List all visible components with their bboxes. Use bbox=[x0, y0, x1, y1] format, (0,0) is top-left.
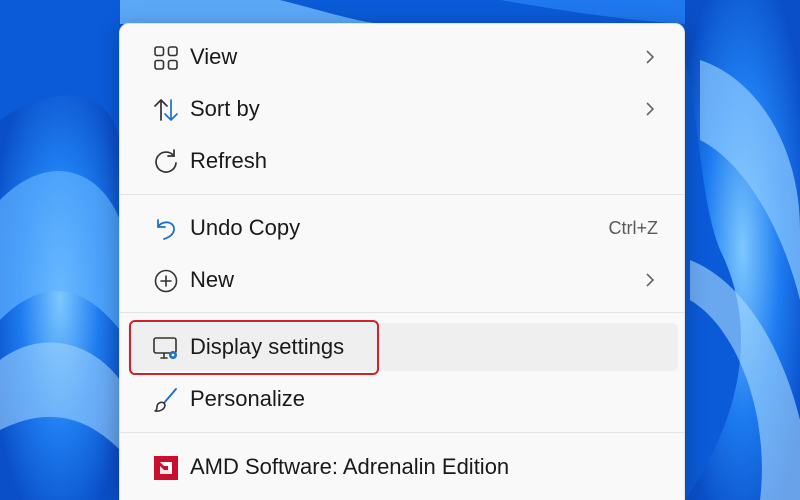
menu-separator bbox=[120, 432, 684, 433]
menu-item-label: New bbox=[190, 267, 235, 292]
menu-item-label: Sort by bbox=[190, 96, 260, 121]
grid-icon bbox=[152, 44, 180, 72]
menu-item-label: Refresh bbox=[190, 148, 268, 173]
chevron-right-icon bbox=[640, 270, 660, 290]
menu-separator bbox=[120, 312, 684, 313]
menu-item-display-settings[interactable]: Display settings bbox=[128, 323, 678, 371]
display-settings-icon bbox=[152, 334, 180, 362]
menu-item-sort-by[interactable]: Sort by bbox=[128, 85, 678, 133]
chevron-right-icon bbox=[640, 99, 660, 119]
chevron-right-icon bbox=[640, 47, 660, 67]
sort-arrows-icon bbox=[152, 96, 180, 124]
menu-item-label: Personalize bbox=[190, 386, 305, 411]
menu-item-refresh[interactable]: Refresh bbox=[128, 137, 678, 185]
refresh-icon bbox=[152, 148, 180, 176]
desktop-context-menu: View Sort by Refresh Undo Copy Ctrl+Z Ne… bbox=[119, 23, 685, 500]
menu-item-label: AMD Software: Adrenalin Edition bbox=[190, 454, 510, 479]
undo-icon bbox=[152, 215, 180, 243]
brush-icon bbox=[152, 386, 180, 414]
amd-logo-icon bbox=[152, 454, 180, 482]
plus-circle-icon bbox=[152, 267, 180, 295]
menu-item-label: View bbox=[190, 44, 238, 69]
menu-item-label: Undo Copy bbox=[190, 215, 301, 240]
menu-item-personalize[interactable]: Personalize bbox=[128, 375, 678, 423]
menu-item-view[interactable]: View bbox=[128, 33, 678, 81]
keyboard-shortcut: Ctrl+Z bbox=[608, 218, 659, 238]
menu-separator bbox=[120, 194, 684, 195]
menu-item-amd-software[interactable]: AMD Software: Adrenalin Edition bbox=[128, 443, 678, 491]
menu-item-label: Display settings bbox=[190, 334, 345, 359]
menu-item-new[interactable]: New bbox=[128, 256, 678, 304]
menu-item-undo-copy[interactable]: Undo Copy Ctrl+Z bbox=[128, 204, 678, 252]
